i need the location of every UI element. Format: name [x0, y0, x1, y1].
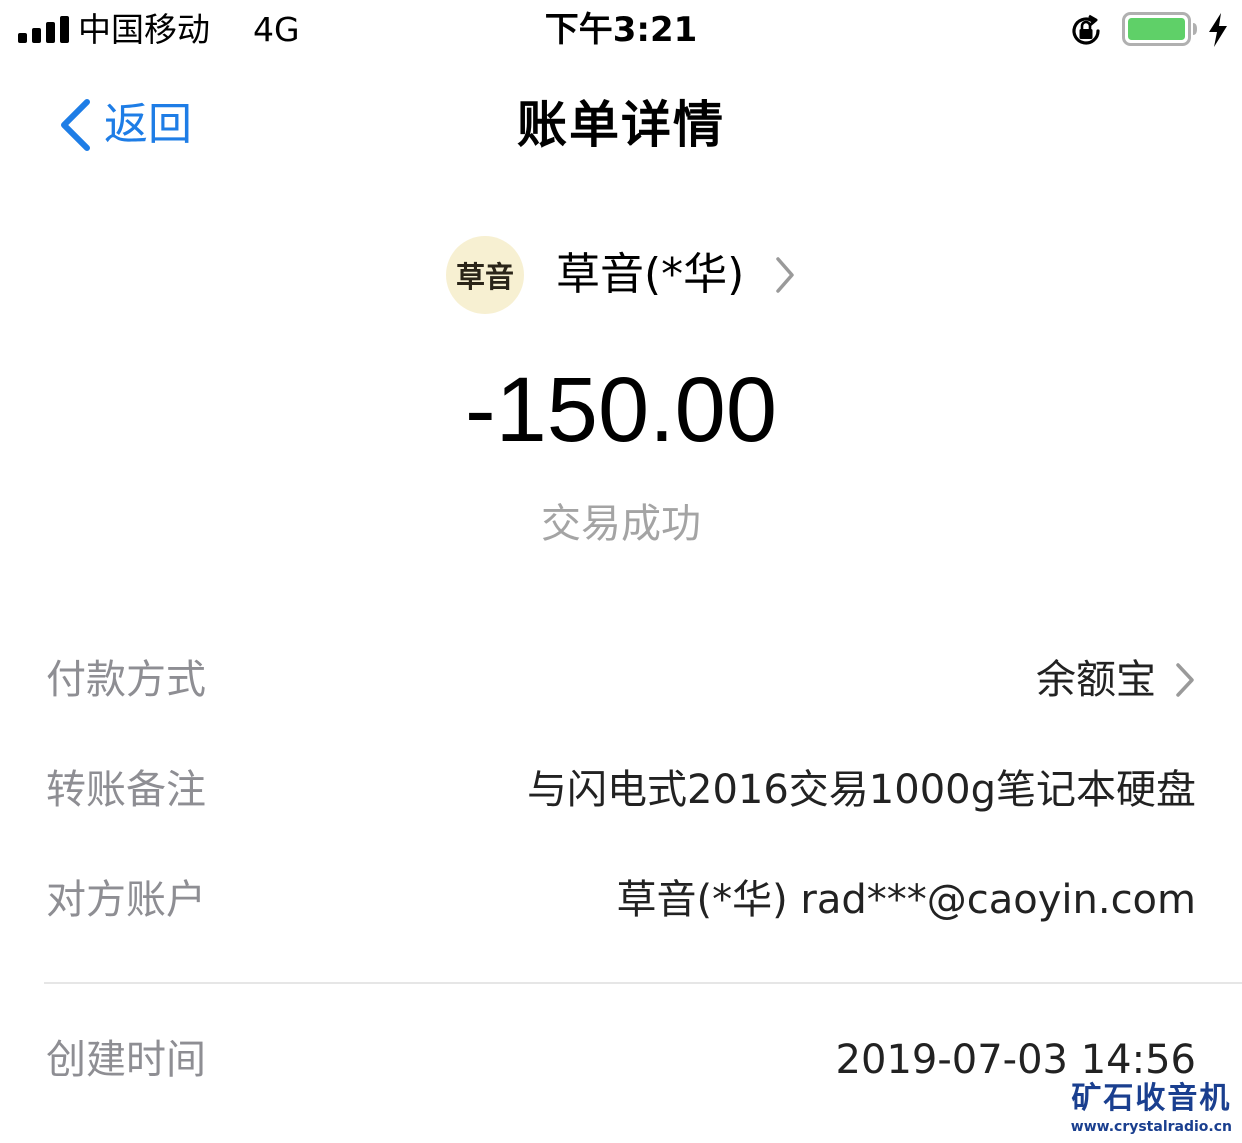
transfer-note-value: 与闪电式2016交易1000g笔记本硬盘	[527, 767, 1196, 813]
bill-detail-screen: 中国移动 4G 下午3:21 返回 账单详情 草音 草音(*华) -150.00…	[0, 0, 1242, 1143]
created-time-row: 创建时间 2019-07-03 14:56	[46, 1032, 1196, 1088]
battery-icon	[1122, 12, 1197, 46]
transfer-note-row: 转账备注 与闪电式2016交易1000g笔记本硬盘	[46, 762, 1196, 818]
section-divider	[44, 982, 1242, 984]
chevron-right-icon	[776, 257, 795, 293]
transfer-note-label: 转账备注	[46, 767, 206, 813]
transaction-amount: -150.00	[464, 359, 778, 461]
created-time-label: 创建时间	[46, 1037, 206, 1083]
navigation-bar: 返回 账单详情	[0, 62, 1242, 192]
payment-method-value[interactable]: 余额宝	[1036, 652, 1196, 708]
watermark-url: www.crystalradio.cn	[1070, 1119, 1232, 1135]
page-title: 账单详情	[517, 96, 725, 154]
chevron-right-icon	[1176, 663, 1194, 697]
payment-method-text: 余额宝	[1036, 657, 1156, 703]
payment-method-label: 付款方式	[46, 657, 206, 703]
payment-method-row[interactable]: 付款方式 余额宝	[46, 652, 1196, 708]
merchant-logo-text: 草音	[455, 260, 514, 294]
counterparty-account-value: 草音(*华) rad***@caoyin.com	[616, 877, 1196, 923]
transaction-status: 交易成功	[541, 501, 701, 547]
merchant-header[interactable]: 草音 草音(*华)	[446, 236, 796, 314]
counterparty-account-row: 对方账户 草音(*华) rad***@caoyin.com	[46, 872, 1196, 928]
charging-bolt-icon	[1209, 13, 1227, 47]
merchant-name: 草音(*华)	[556, 249, 745, 300]
counterparty-account-label: 对方账户	[46, 877, 206, 923]
status-bar: 中国移动 4G 下午3:21	[0, 0, 1242, 62]
status-time: 下午3:21	[544, 10, 698, 50]
merchant-avatar: 草音	[446, 236, 524, 314]
orientation-lock-icon	[1072, 14, 1100, 45]
watermark-logo: 矿石收音机	[1071, 1081, 1232, 1116]
watermark: 矿石收音机 www.crystalradio.cn	[1071, 1080, 1232, 1136]
